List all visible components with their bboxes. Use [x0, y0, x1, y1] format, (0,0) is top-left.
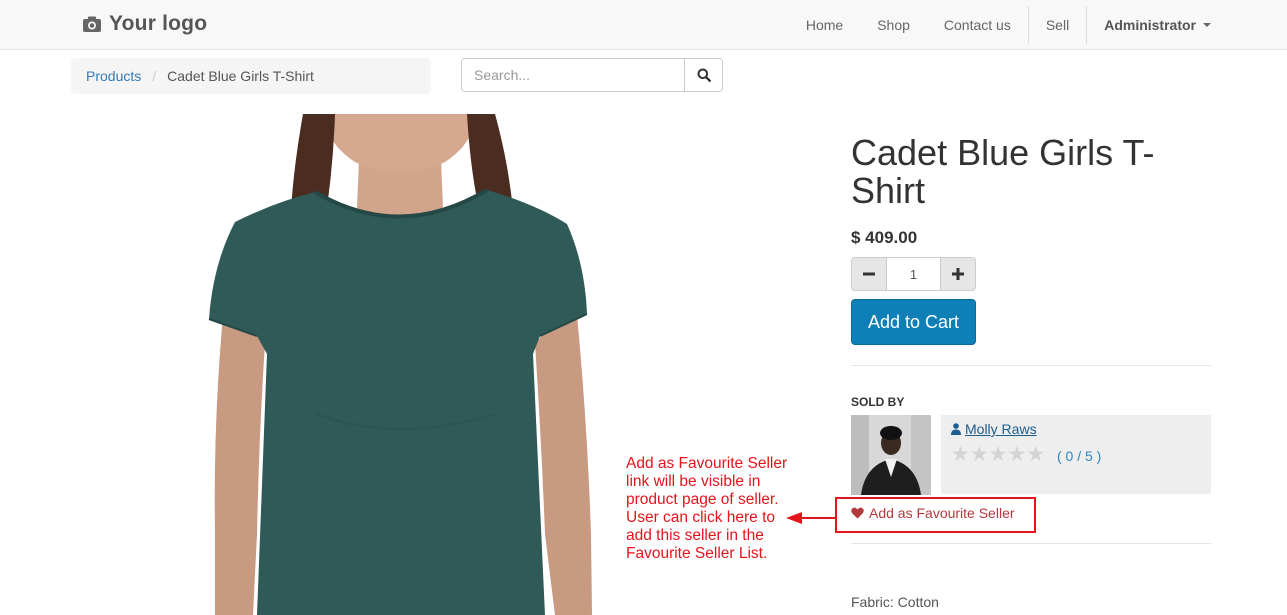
- annotation-line: Add as Favourite Seller: [626, 455, 788, 472]
- add-favourite-seller-link[interactable]: Add as Favourite Seller: [851, 505, 1015, 521]
- annotation-text: Add as Favourite Seller link will be vis…: [626, 455, 826, 563]
- annotation-line: Favourite Seller List.: [626, 545, 768, 562]
- caret-down-icon: [1203, 23, 1211, 27]
- sold-by-label: SOLD BY: [851, 395, 905, 409]
- logo-text: Your logo: [109, 12, 208, 35]
- plus-icon: [952, 268, 964, 280]
- quantity-stepper: [851, 257, 976, 291]
- product-fabric: Fabric: Cotton: [851, 594, 939, 610]
- add-to-cart-button[interactable]: Add to Cart: [851, 299, 976, 345]
- seller-name-link[interactable]: Molly Raws: [951, 421, 1037, 437]
- seller-rating-text[interactable]: ( 0 / 5 ): [1057, 448, 1101, 464]
- product-image[interactable]: [195, 114, 605, 615]
- divider: [851, 365, 1211, 366]
- quantity-increase-button[interactable]: [940, 257, 976, 291]
- search-icon: [697, 68, 711, 82]
- search-bar: [461, 58, 723, 92]
- seller-rating-stars: ★ ★ ★ ★ ★: [951, 443, 1046, 466]
- search-input[interactable]: [461, 58, 685, 92]
- seller-name: Molly Raws: [965, 421, 1037, 437]
- product-title: Cadet Blue Girls T-Shirt: [851, 132, 1155, 211]
- breadcrumb: Products / Cadet Blue Girls T-Shirt: [71, 58, 431, 94]
- divider: [851, 543, 1211, 544]
- seller-photo: [851, 415, 931, 495]
- annotation-line: product page of seller.: [626, 491, 779, 508]
- annotation-line: link will be visible in: [626, 473, 761, 490]
- annotation-arrow-icon: [786, 512, 836, 524]
- breadcrumb-products[interactable]: Products: [86, 68, 141, 84]
- user-icon: [951, 423, 961, 435]
- site-logo[interactable]: Your logo: [82, 12, 207, 36]
- product-price: $ 409.00: [851, 228, 918, 247]
- breadcrumb-current: Cadet Blue Girls T-Shirt: [167, 68, 314, 84]
- annotation-line: add this seller in the: [626, 527, 764, 544]
- nav-shop[interactable]: Shop: [860, 0, 927, 50]
- seller-info: Molly Raws ★ ★ ★ ★ ★ ( 0 / 5 ): [941, 415, 1211, 494]
- quantity-input[interactable]: [887, 257, 940, 291]
- star-icon: ★: [1007, 443, 1027, 466]
- star-icon: ★: [969, 443, 989, 466]
- breadcrumb-separator: /: [152, 68, 157, 84]
- add-favourite-seller-label: Add as Favourite Seller: [869, 505, 1015, 521]
- tshirt-photo: [208, 114, 592, 615]
- star-icon: ★: [951, 443, 970, 466]
- heart-icon: [851, 507, 864, 519]
- user-menu[interactable]: Administrator: [1087, 0, 1287, 50]
- nav-sell[interactable]: Sell: [1029, 0, 1086, 50]
- camera-icon: [83, 16, 101, 32]
- seller-avatar[interactable]: [851, 415, 931, 495]
- minus-icon: [863, 272, 875, 276]
- navbar: Your logo Home Shop Contact us Sell Admi…: [0, 0, 1287, 50]
- star-icon: ★: [988, 443, 1008, 466]
- nav-home[interactable]: Home: [789, 0, 860, 50]
- quantity-decrease-button[interactable]: [851, 257, 887, 291]
- nav-contact[interactable]: Contact us: [927, 0, 1028, 50]
- search-button[interactable]: [685, 58, 723, 92]
- nav-links: Home Shop Contact us Sell Administrator: [789, 0, 1287, 50]
- star-icon: ★: [1026, 443, 1046, 466]
- user-name: Administrator: [1104, 17, 1196, 33]
